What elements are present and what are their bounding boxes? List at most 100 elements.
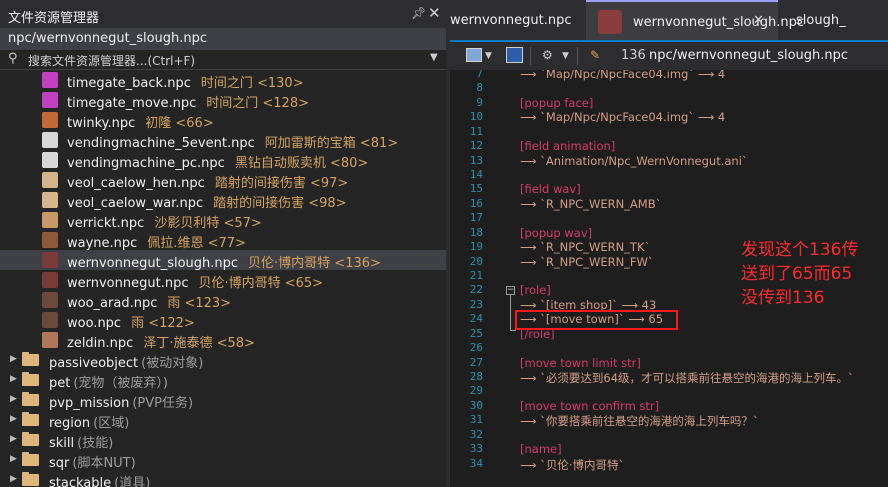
npc-file-icon <box>42 312 58 328</box>
file-item-label: veol_caelow_hen.npc 踏射的间接伤害 <97> <box>67 172 348 191</box>
folder-item-label: sqr (脚本NUT) <box>49 452 136 471</box>
line-number: 24 <box>469 312 483 326</box>
file-item[interactable]: twinky.npc 初隆 <66> <box>0 110 446 131</box>
folder-item[interactable]: ▶ region (区域) <box>0 410 446 431</box>
file-item[interactable]: veol_caelow_war.npc 踏射的间接伤害 <98> <box>0 190 446 211</box>
code-line: ⟶ `必须要达到64级，才可以搭乘前往悬空的海港的海上列车。` <box>520 371 854 386</box>
folder-icon <box>22 452 39 466</box>
expand-arrow-icon[interactable]: ▶ <box>10 394 17 404</box>
folder-item-label: pet (宠物（被废弃）) <box>49 372 168 391</box>
tab-wernvonnegut-slough[interactable]: wernvonnegut_slough.npc ✕ <box>586 0 804 40</box>
file-item[interactable]: wernvonnegut_slough.npc 贝伦·博内哥特 <136> <box>0 250 446 271</box>
file-name: vendingmachine_pc.npc <box>67 156 225 171</box>
file-item[interactable]: timegate_back.npc 时间之门 <130> <box>0 70 446 91</box>
file-description: 踏射的间接伤害 <98> <box>213 196 347 211</box>
file-item-label: vendingmachine_5event.npc 阿加雷斯的宝箱 <81> <box>67 132 398 151</box>
file-description: 踏射的间接伤害 <97> <box>214 176 349 191</box>
code-line: ⟶ `R_NPC_WERN_AMB` <box>520 196 662 211</box>
folder-item[interactable]: ▶ sqr (脚本NUT) <box>0 450 446 471</box>
tools-icon[interactable]: ⚙ <box>542 48 553 62</box>
chevron-down-icon[interactable]: ▼ <box>562 51 569 61</box>
code-line: [field animation] <box>520 139 616 154</box>
expand-arrow-icon[interactable]: ▶ <box>10 354 17 364</box>
file-path-label: npc/wernvonnegut_slough.npc <box>649 48 849 63</box>
file-item-label: timegate_back.npc 时间之门 <130> <box>67 72 304 91</box>
file-description: 时间之门 <128> <box>206 96 309 111</box>
line-number: 18 <box>469 225 483 239</box>
line-number: 26 <box>469 341 483 355</box>
file-item[interactable]: zeldin.npc 泽丁·施泰德 <58> <box>0 330 446 351</box>
file-name: twinky.npc <box>67 116 136 131</box>
editor-toolbar: ▼ ⚙ ▼ ✎ 136 npc/wernvonnegut_slough.npc <box>450 40 888 70</box>
folder-item[interactable]: ▶ passiveobject (被动对象) <box>0 350 446 371</box>
folder-description: (技能) <box>77 436 114 451</box>
current-path-bar: npc/wernvonnegut_slough.npc <box>0 29 446 50</box>
code-line: ⟶ `Map/Npc/NpcFace04.img` ⟶ 4 <box>520 110 726 125</box>
file-name: woo_arad.npc <box>67 296 158 311</box>
fold-guide-end <box>510 330 516 331</box>
fold-toggle-icon[interactable]: − <box>506 286 515 295</box>
folder-item[interactable]: ▶ pvp_mission (PVP任务) <box>0 390 446 411</box>
current-path: npc/wernvonnegut_slough.npc <box>8 31 208 46</box>
folder-name: sqr <box>49 456 70 471</box>
code-line: [move town limit str] <box>520 355 641 370</box>
tab-label: wernvonnegut.npc <box>450 13 572 28</box>
line-number: 8 <box>476 81 483 95</box>
expand-arrow-icon[interactable]: ▶ <box>10 474 17 484</box>
toolbar-divider <box>530 47 531 65</box>
file-item-label: timegate_move.npc 时间之门 <128> <box>67 92 309 111</box>
file-item[interactable]: woo.npc 雨 <122> <box>0 310 446 331</box>
folder-description: (PVP任务) <box>132 396 194 411</box>
chevron-down-icon[interactable]: ▼ <box>430 52 438 63</box>
file-item[interactable]: wayne.npc 佩拉.维恩 <77> <box>0 230 446 251</box>
npc-file-icon <box>42 272 58 288</box>
explorer-search-box[interactable]: ⚲ 搜索文件资源管理器...(Ctrl+F) ▼ <box>0 50 446 70</box>
file-item[interactable]: vendingmachine_5event.npc 阿加雷斯的宝箱 <81> <box>0 130 446 151</box>
line-number: 9 <box>476 95 483 109</box>
expand-arrow-icon[interactable]: ▶ <box>10 434 17 444</box>
line-number: 34 <box>469 456 483 470</box>
file-explorer-panel: 文件资源管理器 📌︎ ✕ npc/wernvonnegut_slough.npc… <box>0 0 446 487</box>
folder-name: pvp_mission <box>49 396 130 411</box>
file-item[interactable]: timegate_move.npc 时间之门 <128> <box>0 90 446 111</box>
code-line: [role] <box>520 283 551 298</box>
code-line: [popup wav] <box>520 225 593 240</box>
tab-label: slough_ <box>796 13 846 28</box>
file-item[interactable]: verrickt.npc 沙影贝利特 <57> <box>0 210 446 231</box>
file-item-label: veol_caelow_war.npc 踏射的间接伤害 <98> <box>67 192 347 211</box>
save-icon[interactable] <box>466 48 482 62</box>
code-line: ⟶ `Animation/Npc_WernVonnegut.ani` <box>520 153 748 168</box>
file-item[interactable]: woo_arad.npc 雨 <123> <box>0 290 446 311</box>
file-item-label: vendingmachine_pc.npc 黑钻自动贩卖机 <80> <box>67 152 368 171</box>
line-number: 21 <box>469 269 483 283</box>
line-number: 33 <box>469 442 483 456</box>
pin-icon[interactable]: 📌︎ <box>411 6 426 20</box>
close-icon[interactable]: ✕ <box>428 4 441 22</box>
code-line: ⟶ `Map/Npc/NpcFace04.img` ⟶ 4 <box>520 70 726 81</box>
expand-arrow-icon[interactable]: ▶ <box>10 454 17 464</box>
tab-wernvonnegut[interactable]: wernvonnegut.npc <box>450 0 586 40</box>
sync-icon[interactable] <box>506 47 523 63</box>
folder-item[interactable]: ▶ skill (技能) <box>0 430 446 451</box>
folder-description: (区域) <box>93 416 130 431</box>
file-description: 雨 <122> <box>131 316 195 331</box>
npc-file-icon <box>42 132 58 148</box>
file-item[interactable]: vendingmachine_pc.npc 黑钻自动贩卖机 <80> <box>0 150 446 171</box>
file-item[interactable]: wernvonnegut.npc 贝伦·博内哥特 <65> <box>0 270 446 291</box>
search-input[interactable]: 搜索文件资源管理器...(Ctrl+F) <box>28 52 195 69</box>
folder-item[interactable]: ▶ stackable (道具) <box>0 470 446 487</box>
line-number: 25 <box>469 326 483 340</box>
chevron-down-icon[interactable]: ▼ <box>485 51 492 61</box>
expand-arrow-icon[interactable]: ▶ <box>10 414 17 424</box>
file-name: veol_caelow_hen.npc <box>67 176 205 191</box>
folder-description: (脚本NUT) <box>72 456 136 471</box>
expand-arrow-icon[interactable]: ▶ <box>10 374 17 384</box>
folder-item[interactable]: ▶ pet (宠物（被废弃）) <box>0 370 446 391</box>
file-item[interactable]: veol_caelow_hen.npc 踏射的间接伤害 <97> <box>0 170 446 191</box>
toolbar-divider <box>577 47 578 65</box>
folder-name: skill <box>49 436 75 451</box>
script-icon[interactable]: ✎ <box>590 48 600 62</box>
tab-slough[interactable]: slough_ <box>778 0 888 40</box>
close-icon[interactable]: ✕ <box>753 13 764 28</box>
folder-name: pet <box>49 376 71 391</box>
